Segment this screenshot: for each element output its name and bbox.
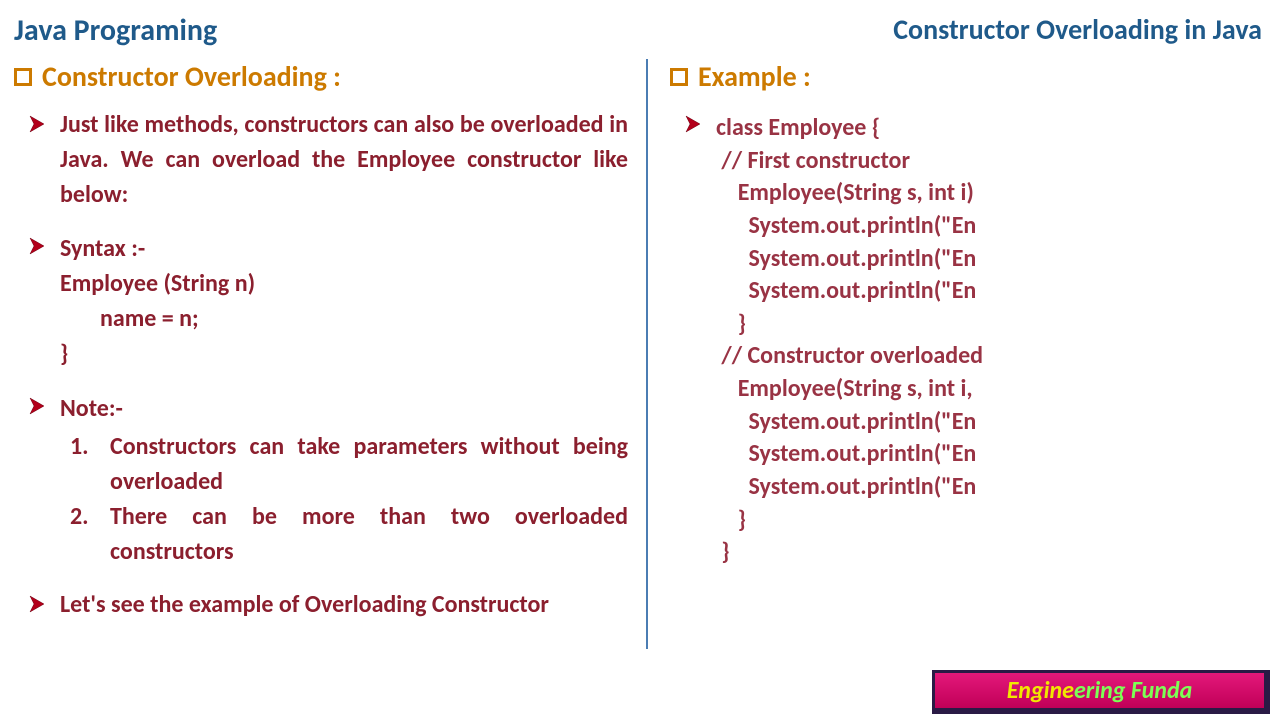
arrow-icon (28, 594, 48, 614)
closing-text: Let's see the example of Overloading Con… (60, 588, 628, 623)
note-block: Note:- Constructors can take parameters … (60, 392, 628, 570)
right-column: Example : class Employee { // First cons… (646, 59, 1266, 649)
logo-banner: Engineering Funda (932, 670, 1270, 714)
arrow-icon (28, 114, 48, 134)
note-2: There can be more than two overloaded co… (60, 500, 628, 570)
closing-item: Let's see the example of Overloading Con… (28, 588, 628, 623)
note-1: Constructors can take parameters without… (60, 430, 628, 500)
code-item: class Employee { // First constructor Em… (684, 108, 1266, 569)
logo-part-2: ering Funda (1074, 676, 1192, 705)
title-left: Java Programing (14, 12, 217, 49)
intro-item: Just like methods, constructors can also… (28, 108, 628, 212)
square-bullet-icon (670, 68, 688, 86)
note-list: Constructors can take parameters without… (60, 430, 628, 569)
left-heading-text: Constructor Overloading : (42, 59, 341, 94)
arrow-icon (28, 396, 48, 416)
syntax-label: Syntax :- (60, 232, 255, 267)
syntax-item: Syntax :- Employee (String n) name = n; … (28, 230, 628, 371)
title-right: Constructor Overloading in Java (893, 12, 1262, 49)
left-column: Constructor Overloading : Just like meth… (14, 59, 646, 649)
right-heading-text: Example : (698, 59, 811, 94)
note-label: Note:- (60, 392, 628, 427)
logo-part-1: Engine (1007, 676, 1074, 705)
intro-text: Just like methods, constructors can also… (60, 108, 628, 212)
square-bullet-icon (14, 68, 32, 86)
syntax-line-2: name = n; (60, 302, 255, 337)
syntax-line-3: } (60, 337, 255, 372)
header: Java Programing Constructor Overloading … (0, 0, 1280, 53)
arrow-icon (684, 114, 704, 134)
syntax-line-1: Employee (String n) (60, 267, 255, 302)
content-columns: Constructor Overloading : Just like meth… (0, 53, 1280, 649)
arrow-icon (28, 236, 48, 256)
code-block: class Employee { // First constructor Em… (716, 112, 983, 569)
syntax-block: Syntax :- Employee (String n) name = n; … (60, 232, 255, 371)
left-heading: Constructor Overloading : (14, 59, 628, 94)
note-item: Note:- Constructors can take parameters … (28, 390, 628, 570)
right-heading: Example : (670, 59, 1266, 94)
